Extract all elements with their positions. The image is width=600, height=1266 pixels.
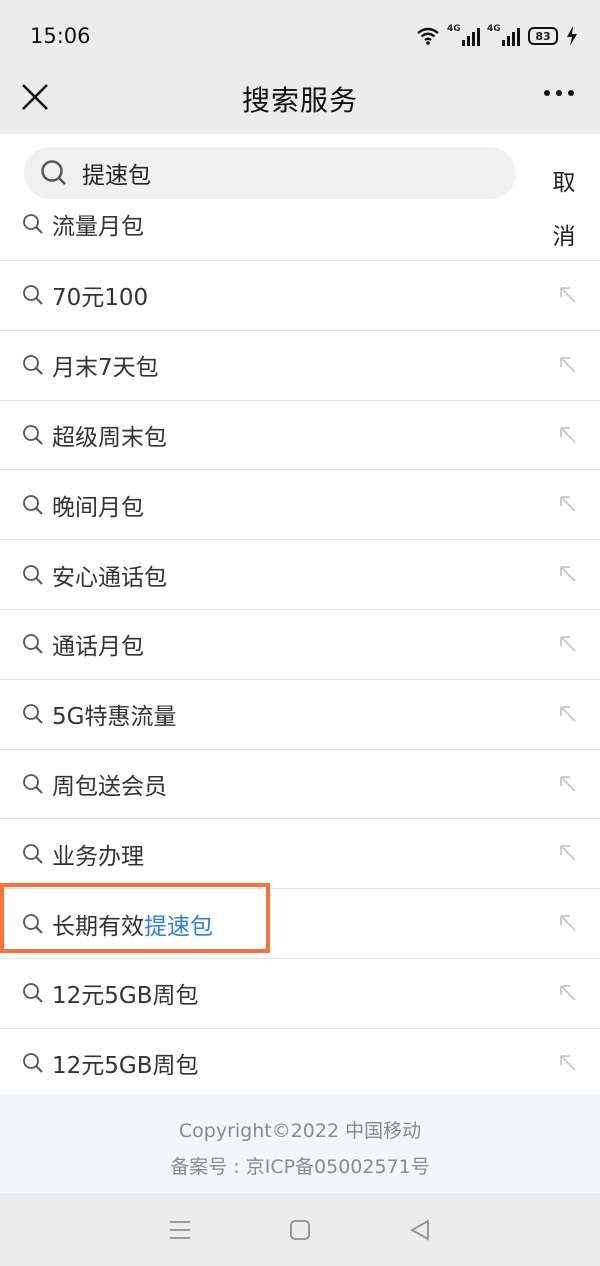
fill-search-arrow-icon[interactable] bbox=[558, 843, 578, 863]
suggestion-text: 业务办理 bbox=[52, 843, 144, 870]
fill-search-arrow-icon[interactable] bbox=[558, 983, 578, 1003]
search-icon bbox=[41, 160, 66, 185]
suggestion-item[interactable]: 周包送会员 bbox=[0, 748, 600, 819]
search-input[interactable] bbox=[82, 160, 462, 186]
suggestion-text: 超级周末包 bbox=[52, 424, 167, 451]
suggestion-label: 流量月包 bbox=[52, 214, 144, 240]
suggestion-text: 月末7天包 bbox=[52, 355, 159, 382]
suggestion-label: 晚间月包 bbox=[52, 488, 144, 522]
fill-search-arrow-icon[interactable] bbox=[558, 913, 578, 933]
charging-icon bbox=[567, 26, 577, 46]
search-icon bbox=[23, 704, 43, 724]
search-icon bbox=[23, 425, 43, 445]
suggestion-text: 5G特惠流量 bbox=[52, 704, 177, 731]
suggestion-item[interactable]: 晚间月包 bbox=[0, 469, 600, 539]
fill-search-arrow-icon[interactable] bbox=[558, 285, 578, 305]
close-icon[interactable] bbox=[18, 80, 52, 114]
status-time: 15:06 bbox=[30, 24, 91, 48]
icp-text: 备案号 : 京ICP备05002571号 bbox=[170, 1156, 430, 1178]
suggestion-label: 业务办理 bbox=[52, 837, 144, 871]
fill-search-arrow-icon[interactable] bbox=[558, 1053, 578, 1073]
suggestion-label: 安心通话包 bbox=[52, 558, 167, 592]
suggestion-item[interactable]: 通话月包 bbox=[0, 608, 600, 679]
fill-search-arrow-icon[interactable] bbox=[558, 564, 578, 584]
fill-search-arrow-icon[interactable] bbox=[558, 425, 578, 445]
suggestion-label: 12元5GB周包 bbox=[52, 1046, 199, 1080]
suggestion-label: 12元5GB周包 bbox=[52, 976, 199, 1010]
network-type-label: 4G bbox=[487, 24, 501, 34]
network-type-label: 4G bbox=[447, 24, 461, 34]
menu-icon[interactable] bbox=[168, 1219, 192, 1241]
battery-level: 83 bbox=[535, 29, 551, 43]
suggestion-item[interactable]: 流量月包 bbox=[22, 207, 144, 241]
suggestion-text: 安心通话包 bbox=[52, 564, 167, 591]
suggestion-text: 周包送会员 bbox=[52, 773, 167, 800]
fill-search-arrow-icon[interactable] bbox=[558, 494, 578, 514]
suggestion-item[interactable]: 5G特惠流量 bbox=[0, 678, 600, 749]
home-icon[interactable] bbox=[288, 1218, 312, 1242]
fill-search-arrow-icon[interactable] bbox=[558, 634, 578, 654]
fill-search-arrow-icon[interactable] bbox=[558, 774, 578, 794]
suggestion-text: 长期有效 bbox=[52, 913, 144, 940]
suggestion-text: 70元100 bbox=[52, 285, 149, 312]
search-icon bbox=[23, 1053, 43, 1073]
search-icon bbox=[23, 214, 43, 234]
signal-icon: 4G bbox=[447, 24, 480, 46]
suggestion-item[interactable]: 70元100 bbox=[0, 260, 600, 330]
more-icon[interactable] bbox=[544, 90, 574, 96]
suggestion-text: 晚间月包 bbox=[52, 494, 144, 521]
status-bar: 15:06 4G 4G 83 bbox=[0, 0, 600, 64]
search-icon bbox=[23, 285, 43, 306]
search-icon bbox=[23, 774, 43, 794]
suggestion-label: 超级周末包 bbox=[52, 418, 167, 452]
fill-search-arrow-icon[interactable] bbox=[558, 704, 578, 724]
suggestion-text: 12元5GB周包 bbox=[52, 983, 199, 1010]
page-title: 搜索服务 bbox=[241, 84, 358, 117]
suggestion-item[interactable]: 月末7天包 bbox=[0, 329, 600, 400]
suggestion-item[interactable]: 长期有效提速包 bbox=[0, 888, 600, 958]
suggestion-item[interactable]: 业务办理 bbox=[0, 818, 600, 888]
suggestion-label: 周包送会员 bbox=[52, 767, 167, 801]
search-match-highlight: 提速包 bbox=[144, 913, 213, 940]
suggestion-label: 月末7天包 bbox=[52, 348, 159, 382]
suggestion-item[interactable]: 12元5GB周包 bbox=[0, 1027, 600, 1098]
suggestion-text: 12元5GB周包 bbox=[52, 1053, 199, 1080]
back-icon[interactable] bbox=[408, 1218, 432, 1242]
suggestion-text: 通话月包 bbox=[52, 634, 144, 661]
suggestion-item[interactable]: 12元5GB周包 bbox=[0, 957, 600, 1028]
wifi-icon bbox=[417, 27, 439, 45]
signal-icon: 4G bbox=[487, 24, 520, 46]
suggestion-label: 长期有效提速包 bbox=[52, 907, 213, 941]
suggestion-label: 70元100 bbox=[52, 278, 148, 312]
cancel-button[interactable]: 取消 bbox=[548, 156, 580, 264]
search-area: 取消 流量月包 bbox=[0, 134, 600, 260]
suggestion-item[interactable]: 安心通话包 bbox=[0, 539, 600, 609]
search-icon bbox=[23, 843, 43, 864]
suggestion-label: 5G特惠流量 bbox=[52, 697, 176, 731]
search-icon bbox=[23, 564, 43, 585]
search-icon bbox=[23, 913, 43, 934]
search-icon bbox=[23, 355, 43, 375]
battery-icon: 83 bbox=[528, 27, 558, 45]
fill-search-arrow-icon[interactable] bbox=[558, 355, 578, 375]
suggestion-item[interactable]: 超级周末包 bbox=[0, 399, 600, 470]
copyright-text: Copyright©2022 中国移动 bbox=[178, 1120, 422, 1142]
status-icons: 4G 4G 83 bbox=[416, 24, 578, 46]
suggestion-label: 通话月包 bbox=[52, 627, 144, 661]
footer: Copyright©2022 中国移动 备案号 : 京ICP备05002571号 bbox=[0, 1095, 600, 1193]
system-nav-bar bbox=[0, 1193, 600, 1266]
search-box[interactable] bbox=[24, 147, 516, 199]
title-bar: 搜索服务 bbox=[0, 64, 600, 134]
search-icon bbox=[23, 494, 43, 515]
search-icon bbox=[23, 634, 43, 655]
search-icon bbox=[23, 983, 43, 1004]
suggestion-list: 70元100 月末7天包超级周末包晚间月包安心通话包通话月包 5G特惠流量 周包送会员… bbox=[0, 260, 600, 1098]
